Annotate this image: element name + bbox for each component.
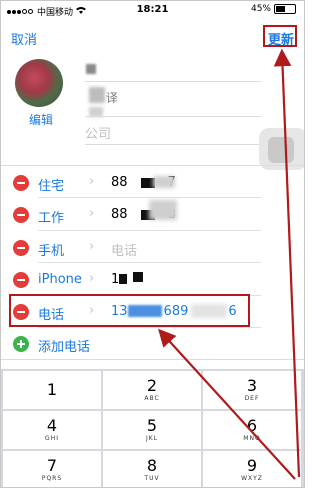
divider [38,262,261,263]
key-8[interactable]: 8 TUV [103,451,201,487]
key-7[interactable]: 7 PQRS [3,451,101,487]
phone-row-mobile[interactable]: 手机 › 电话 [1,232,261,262]
key-5[interactable]: 5 JKL [103,411,201,449]
avatar[interactable] [15,59,63,107]
name-fragment: 译 [106,91,119,105]
key-2[interactable]: 2 ABC [103,371,201,409]
delete-row-icon[interactable] [13,175,29,191]
phone-label[interactable]: 手机 [38,240,64,259]
chevron-right-icon: › [89,271,95,286]
company-field[interactable]: 公司 [85,123,111,142]
key-9[interactable]: 9 WXYZ [203,451,301,487]
phone-highlight-box [9,294,250,327]
name-redaction [86,64,96,74]
divider [85,144,261,145]
key-4[interactable]: 4 GHI [3,411,101,449]
delete-row-icon[interactable] [13,272,29,288]
numeric-keypad: 1 2 ABC 3 DEF 4 GHI 5 JKL 6 MNO 7 PQRS 8 TUV 9W… [1,369,304,487]
phone-label[interactable]: 住宅 [38,175,64,194]
divider [1,359,304,360]
chevron-right-icon: › [89,206,95,221]
chevron-right-icon: › [89,174,95,189]
name-redaction [89,87,105,103]
key-1[interactable]: 1 [3,371,101,409]
battery-icon [274,4,296,14]
update-highlight-box [263,25,297,47]
redaction-block [133,272,143,282]
redaction-block [119,274,127,284]
phone-label[interactable]: 工作 [38,207,64,226]
divider [38,197,261,198]
phone-input[interactable]: 电话 [111,240,137,259]
key-3[interactable]: 3 DEF [203,371,301,409]
phone-label[interactable]: iPhone [38,272,82,287]
divider [85,81,261,82]
battery-percent: 45% [250,4,271,14]
add-phone-button[interactable]: 添加电话 [38,336,90,355]
edit-photo-button[interactable]: 编辑 [29,111,53,128]
delete-row-icon[interactable] [13,207,29,223]
add-phone-row[interactable]: 添加电话 [1,328,261,358]
delete-row-icon[interactable] [13,240,29,256]
cancel-button[interactable]: 取消 [11,29,37,48]
assistive-touch-button[interactable] [259,128,304,170]
divider [1,165,304,166]
redaction-blur [153,176,175,188]
phone-screen: 中国移动 18:21 45% 取消 更新 编辑 译 公司 住宅 › 887 [0,0,305,488]
divider [38,230,261,231]
redaction-blur [149,200,177,220]
add-row-icon[interactable] [13,336,29,352]
phone-row-iphone[interactable]: iPhone › 1 [1,264,261,294]
phone-row-work[interactable]: 工作 › 888 [1,199,261,229]
divider [85,116,261,117]
status-bar: 中国移动 18:21 45% [1,1,304,21]
chevron-right-icon: › [89,239,95,254]
phone-row-home[interactable]: 住宅 › 887 [1,167,261,197]
key-6[interactable]: 6 MNO [203,411,301,449]
